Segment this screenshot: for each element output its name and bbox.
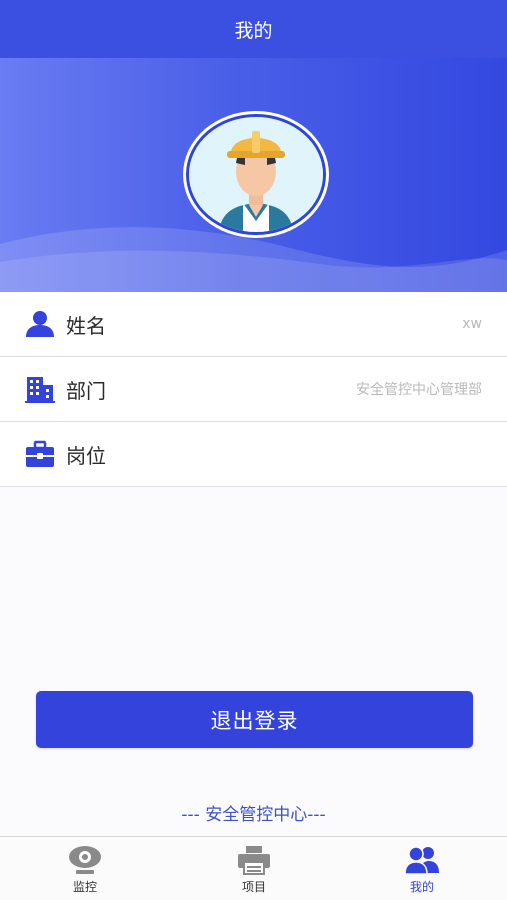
row-label-department: 部门 [66, 378, 106, 403]
bottom-tab-bar: 监控 项目 我的 [0, 836, 507, 900]
tab-label-mine: 我的 [409, 880, 434, 894]
worker-avatar-icon [189, 117, 323, 232]
row-label-name: 姓名 [66, 313, 106, 338]
building-icon [25, 377, 55, 403]
printer-icon [238, 846, 270, 875]
top-bar: 我的 [0, 0, 507, 58]
row-value-department: 安全管控中心管理部 [356, 382, 482, 398]
logout-button[interactable]: 退出登录 [36, 691, 473, 748]
row-label-position: 岗位 [66, 443, 106, 468]
profile-hero [0, 58, 507, 292]
avatar [189, 117, 323, 232]
tab-label-projects: 项目 [241, 880, 266, 894]
camera-icon [69, 846, 101, 874]
user-icon [26, 311, 54, 337]
tab-mine[interactable]: 我的 [372, 837, 472, 900]
footer-org-name: --- 安全管控中心--- [181, 805, 326, 825]
users-icon [404, 846, 439, 875]
avatar-frame[interactable] [183, 111, 329, 238]
page-title: 我的 [234, 19, 273, 42]
row-value-name: xw [462, 316, 482, 332]
tab-label-monitor: 监控 [72, 880, 97, 894]
briefcase-icon [26, 440, 54, 467]
profile-row-department[interactable]: 部门 安全管控中心管理部 [0, 357, 507, 422]
tab-projects[interactable]: 项目 [204, 837, 304, 900]
profile-row-name[interactable]: 姓名 xw [0, 292, 507, 357]
tab-monitor[interactable]: 监控 [35, 837, 135, 900]
profile-row-position[interactable]: 岗位 [0, 422, 507, 487]
